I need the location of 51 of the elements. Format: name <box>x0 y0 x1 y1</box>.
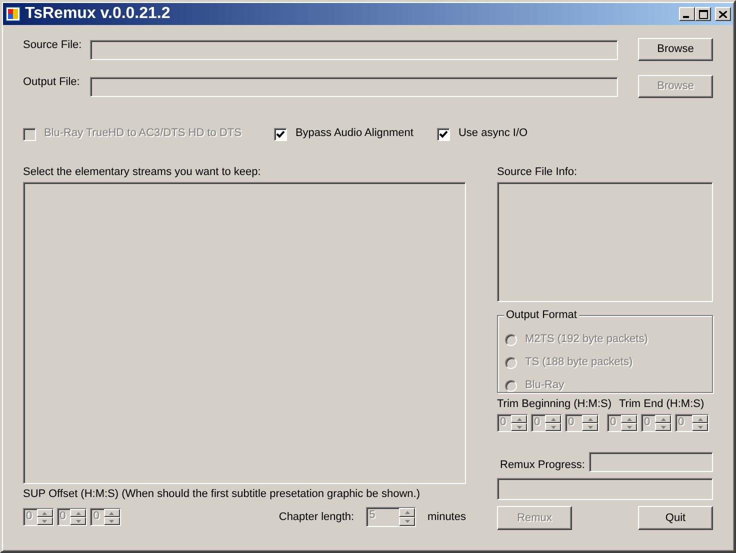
close-button[interactable] <box>715 7 731 21</box>
down-arrow-icon <box>42 520 48 523</box>
checkbox-label: Bypass Audio Alignment <box>295 127 414 141</box>
down-arrow-icon <box>626 426 632 429</box>
progress-label: Remux Progress: <box>500 458 585 472</box>
file-path-field[interactable] <box>90 40 618 60</box>
chapter-length-label: Chapter length: <box>278 510 354 524</box>
down-arrow-icon <box>698 426 702 429</box>
up-arrow-icon <box>550 418 556 421</box>
field-label: Output File: <box>22 76 81 90</box>
checkbox[interactable] <box>437 128 450 140</box>
unit-label: minutes <box>427 510 466 524</box>
up-arrow-icon <box>660 418 666 421</box>
group-title: Output Format <box>504 309 579 322</box>
maximize-button[interactable] <box>695 7 711 21</box>
down-arrow-icon <box>588 426 592 429</box>
up-arrow-icon <box>42 512 48 515</box>
up-arrow-icon <box>76 512 81 515</box>
up-arrow-icon <box>109 512 114 515</box>
up-arrow-icon <box>588 418 592 421</box>
down-arrow-icon <box>660 426 666 429</box>
checkbox-label: Use async I/O <box>458 127 528 141</box>
trim-label: Trim Beginning (H:M:S) <box>497 398 613 412</box>
close-icon <box>719 10 727 18</box>
field-label: Source File: <box>22 39 83 52</box>
down-arrow-icon <box>550 426 556 429</box>
radio-label: Blu-Ray <box>525 379 564 392</box>
up-arrow-icon <box>698 418 702 421</box>
down-arrow-icon <box>516 426 522 429</box>
down-arrow-icon <box>404 520 410 524</box>
sup-offset-label: SUP Offset (H:M:S) (When should the first subtitle presetation graphic be shown.) <box>23 488 421 502</box>
radio-label: TS (188 byte packets) <box>525 356 633 370</box>
minimize-button[interactable] <box>679 7 695 21</box>
trim-label: Trim End (H:M:S) <box>619 398 704 412</box>
window-title: TsRemux v.0.0.21.2 <box>25 4 170 24</box>
checkbox[interactable] <box>274 128 288 140</box>
down-arrow-icon <box>109 520 114 523</box>
up-arrow-icon <box>626 418 632 421</box>
section-label: Source File Info: <box>497 166 578 180</box>
up-arrow-icon <box>516 418 522 421</box>
progress-text-field[interactable] <box>589 452 713 472</box>
up-arrow-icon <box>404 511 410 514</box>
app-icon <box>5 6 21 22</box>
action-button[interactable]: Quit <box>638 506 713 530</box>
down-arrow-icon <box>76 520 81 523</box>
browse-button[interactable]: Browse <box>638 38 713 61</box>
checkbox-label: Blu-Ray TrueHD to AC3/DTS HD to DTS <box>44 127 242 141</box>
radio-label: M2TS (192 byte packets) <box>525 333 648 346</box>
file-path-field[interactable] <box>90 76 618 96</box>
maximize-icon <box>698 10 708 18</box>
section-label: Select the elementary streams you want to keep: <box>23 166 262 180</box>
